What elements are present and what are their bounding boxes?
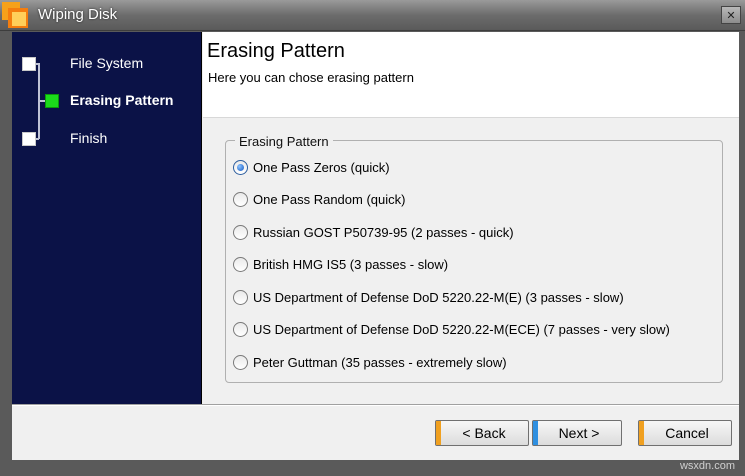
radio-option-dod-e[interactable]: US Department of Defense DoD 5220.22-M(E…	[233, 288, 624, 306]
radio-label: Russian GOST P50739-95 (2 passes - quick…	[253, 224, 514, 240]
cancel-button[interactable]: Cancel	[638, 420, 732, 446]
page-subtitle: Here you can chose erasing pattern	[208, 70, 414, 85]
next-button[interactable]: Next >	[532, 420, 622, 446]
back-button[interactable]: < Back	[435, 420, 529, 446]
radio-label: US Department of Defense DoD 5220.22-M(E…	[253, 289, 624, 305]
radio-option-guttman[interactable]: Peter Guttman (35 passes - extremely slo…	[233, 353, 507, 371]
radio-button[interactable]	[233, 354, 248, 370]
radio-button[interactable]	[233, 289, 248, 305]
radio-label: British HMG IS5 (3 passes - slow)	[253, 256, 449, 272]
radio-option-gost[interactable]: Russian GOST P50739-95 (2 passes - quick…	[233, 223, 514, 241]
radio-label: US Department of Defense DoD 5220.22-M(E…	[253, 321, 670, 337]
title-bar[interactable]: Wiping Disk ✕	[0, 0, 745, 31]
radio-option-dod-ece[interactable]: US Department of Defense DoD 5220.22-M(E…	[233, 320, 670, 338]
radio-label: Peter Guttman (35 passes - extremely slo…	[253, 354, 507, 370]
radio-option-random[interactable]: One Pass Random (quick)	[233, 190, 405, 208]
groupbox-label: Erasing Pattern	[235, 134, 333, 149]
radio-option-hmg[interactable]: British HMG IS5 (3 passes - slow)	[233, 255, 448, 273]
step-file-system: File System	[70, 55, 144, 71]
radio-button[interactable]	[233, 224, 248, 240]
window-title: Wiping Disk	[38, 6, 118, 23]
close-button[interactable]: ✕	[721, 6, 741, 24]
close-icon: ✕	[726, 8, 736, 22]
step-erasing-pattern: Erasing Pattern	[70, 92, 174, 108]
wizard-header: Erasing Pattern Here you can chose erasi…	[203, 32, 739, 118]
step-finish: Finish	[70, 130, 108, 146]
radio-label: One Pass Zeros (quick)	[253, 159, 390, 175]
next-accent	[533, 421, 538, 445]
cancel-accent	[639, 421, 644, 445]
radio-button[interactable]	[233, 321, 248, 337]
radio-button[interactable]	[233, 191, 248, 207]
current-step-marker-icon	[45, 94, 59, 108]
step-marker-icon	[22, 132, 36, 146]
page-title: Erasing Pattern	[207, 40, 345, 62]
wizard-client-area: File System Erasing Pattern Finish Erasi…	[12, 32, 739, 460]
radio-button[interactable]	[233, 256, 248, 272]
wizard-content: Erasing Pattern One Pass Zeros (quick) O…	[203, 119, 739, 404]
wizard-steps-sidebar: File System Erasing Pattern Finish	[12, 32, 202, 404]
window-bottom-border	[0, 460, 745, 476]
app-logo-icon	[2, 2, 28, 28]
button-separator	[12, 404, 739, 406]
wiping-disk-window: Wiping Disk ✕ File System Erasing Patter…	[0, 0, 745, 476]
cancel-button-label: Cancel	[665, 425, 709, 441]
next-button-label: Next >	[558, 425, 600, 441]
radio-button[interactable]	[233, 159, 248, 175]
step-marker-icon	[22, 57, 36, 71]
back-accent	[436, 421, 441, 445]
watermark-text: wsxdn.com	[679, 460, 735, 472]
back-button-label: < Back	[462, 425, 506, 441]
radio-label: One Pass Random (quick)	[253, 191, 406, 207]
radio-option-zeros[interactable]: One Pass Zeros (quick)	[233, 158, 390, 176]
